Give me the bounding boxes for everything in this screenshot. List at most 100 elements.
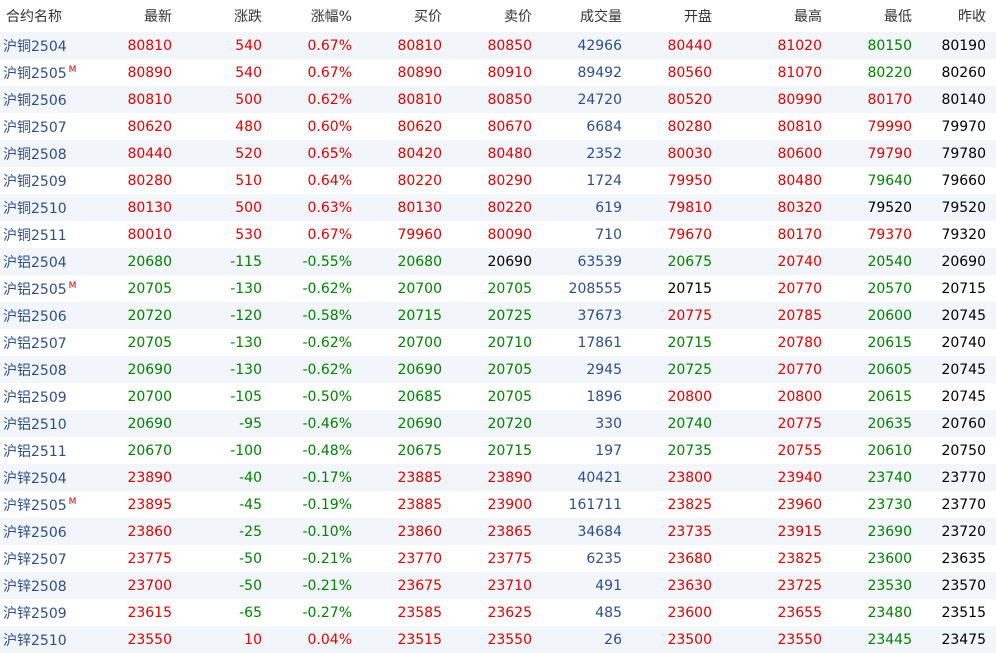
contract-name-label: 沪锌2504 xyxy=(3,470,67,487)
cell-ask: 80290 xyxy=(487,172,532,189)
contract-name-label: 沪铝2511 xyxy=(3,443,67,460)
cell-last: 20720 xyxy=(127,307,172,324)
cell-contract-name[interactable]: 沪铜2511 xyxy=(0,221,92,248)
cell-contract-name[interactable]: 沪铝2504 xyxy=(0,248,92,275)
cell-change: 500 xyxy=(235,199,262,216)
table-row[interactable]: 沪铜2506 80810 500 0.62% 80810 80850 24720 80520 8… xyxy=(0,86,996,113)
cell-contract-name[interactable]: 沪铜2504 xyxy=(0,32,92,59)
cell-ask: 80850 xyxy=(487,37,532,54)
col-header-name[interactable]: 合约名称 xyxy=(0,0,92,32)
cell-contract-name[interactable]: 沪铝2509 xyxy=(0,383,92,410)
cell-contract-name[interactable]: 沪铝2511 xyxy=(0,437,92,464)
table-row[interactable]: 沪铜2504 80810 540 0.67% 80810 80850 42966 80440 8… xyxy=(0,32,996,59)
table-row[interactable]: 沪锌2505 M 23895 -45 -0.19% 23885 23900 161711 238… xyxy=(0,491,996,518)
cell-contract-name[interactable]: 沪铝2508 xyxy=(0,356,92,383)
cell-contract-name[interactable]: 沪铜2505 M xyxy=(0,59,92,86)
col-header-prev-close[interactable]: 昨收 xyxy=(922,0,996,32)
cell-low: 80150 xyxy=(867,37,912,54)
table-row[interactable]: 沪锌2509 23615 -65 -0.27% 23585 23625 485 23600 23… xyxy=(0,599,996,626)
col-header-bid[interactable]: 买价 xyxy=(362,0,452,32)
cell-open: 20675 xyxy=(667,253,712,270)
cell-volume: 37673 xyxy=(577,307,622,324)
cell-contract-name[interactable]: 沪锌2510 xyxy=(0,626,92,653)
table-row[interactable]: 沪铝2504 20680 -115 -0.55% 20680 20690 63539 2067… xyxy=(0,248,996,275)
contract-name-label: 沪锌2509 xyxy=(3,605,67,622)
cell-ask: 80220 xyxy=(487,199,532,216)
cell-contract-name[interactable]: 沪锌2508 xyxy=(0,572,92,599)
table-row[interactable]: 沪铜2509 80280 510 0.64% 80220 80290 1724 79950 80… xyxy=(0,167,996,194)
col-header-last[interactable]: 最新 xyxy=(92,0,182,32)
cell-contract-name[interactable]: 沪铜2508 xyxy=(0,140,92,167)
cell-volume: 40421 xyxy=(577,469,622,486)
col-header-ask[interactable]: 卖价 xyxy=(452,0,542,32)
quote-rows: 沪铜2504 80810 540 0.67% 80810 80850 42966 80440 8… xyxy=(0,32,996,653)
col-header-high[interactable]: 最高 xyxy=(722,0,832,32)
cell-contract-name[interactable]: 沪铜2507 xyxy=(0,113,92,140)
cell-open: 23600 xyxy=(667,604,712,621)
contract-name-label: 沪铜2508 xyxy=(3,146,67,163)
cell-prev-close: 80190 xyxy=(941,37,986,54)
cell-bid: 80220 xyxy=(397,172,442,189)
cell-last: 80810 xyxy=(127,37,172,54)
table-row[interactable]: 沪铝2507 20705 -130 -0.62% 20700 20710 17861 2071… xyxy=(0,329,996,356)
cell-change: 540 xyxy=(235,37,262,54)
cell-open: 20715 xyxy=(667,334,712,351)
table-row[interactable]: 沪铝2510 20690 -95 -0.46% 20690 20720 330 20740 20… xyxy=(0,410,996,437)
cell-prev-close: 20715 xyxy=(941,280,986,297)
cell-bid: 80420 xyxy=(397,145,442,162)
cell-ask: 20725 xyxy=(487,307,532,324)
cell-change: -130 xyxy=(230,361,262,378)
table-row[interactable]: 沪铝2506 20720 -120 -0.58% 20715 20725 37673 2077… xyxy=(0,302,996,329)
cell-contract-name[interactable]: 沪铝2505 M xyxy=(0,275,92,302)
contract-name-label: 沪铜2504 xyxy=(3,38,67,55)
cell-change-pct: 0.62% xyxy=(307,91,352,108)
col-header-change[interactable]: 涨跌 xyxy=(182,0,272,32)
table-row[interactable]: 沪铜2510 80130 500 0.63% 80130 80220 619 79810 803… xyxy=(0,194,996,221)
cell-contract-name[interactable]: 沪铜2509 xyxy=(0,167,92,194)
table-row[interactable]: 沪锌2507 23775 -50 -0.21% 23770 23775 6235 23680 2… xyxy=(0,545,996,572)
col-header-low[interactable]: 最低 xyxy=(832,0,922,32)
table-row[interactable]: 沪锌2508 23700 -50 -0.21% 23675 23710 491 23630 23… xyxy=(0,572,996,599)
col-header-volume[interactable]: 成交量 xyxy=(542,0,632,32)
cell-prev-close: 20740 xyxy=(941,334,986,351)
cell-contract-name[interactable]: 沪锌2506 xyxy=(0,518,92,545)
cell-change: 540 xyxy=(235,64,262,81)
cell-contract-name[interactable]: 沪铝2507 xyxy=(0,329,92,356)
cell-open: 23825 xyxy=(667,496,712,513)
table-row[interactable]: 沪锌2510 23550 10 0.04% 23515 23550 26 23500 23550… xyxy=(0,626,996,653)
cell-bid: 80810 xyxy=(397,91,442,108)
cell-contract-name[interactable]: 沪锌2509 xyxy=(0,599,92,626)
cell-ask: 23550 xyxy=(487,631,532,648)
cell-contract-name[interactable]: 沪铜2506 xyxy=(0,86,92,113)
cell-last: 80620 xyxy=(127,118,172,135)
col-header-change-pct[interactable]: 涨幅% xyxy=(272,0,362,32)
cell-change: 480 xyxy=(235,118,262,135)
cell-contract-name[interactable]: 沪锌2504 xyxy=(0,464,92,491)
cell-bid: 23770 xyxy=(397,550,442,567)
table-row[interactable]: 沪铝2508 20690 -130 -0.62% 20690 20705 2945 20725… xyxy=(0,356,996,383)
table-row[interactable]: 沪铝2505 M 20705 -130 -0.62% 20700 20705 208555 20… xyxy=(0,275,996,302)
table-row[interactable]: 沪铝2509 20700 -105 -0.50% 20685 20705 1896 20800… xyxy=(0,383,996,410)
cell-prev-close: 23770 xyxy=(941,496,986,513)
col-header-open[interactable]: 开盘 xyxy=(632,0,722,32)
cell-change: -105 xyxy=(230,388,262,405)
table-row[interactable]: 沪铝2511 20670 -100 -0.48% 20675 20715 197 20735 2… xyxy=(0,437,996,464)
cell-high: 20800 xyxy=(777,388,822,405)
contract-name-label: 沪铝2509 xyxy=(3,389,67,406)
cell-low: 23730 xyxy=(867,496,912,513)
cell-contract-name[interactable]: 沪锌2505 M xyxy=(0,491,92,518)
table-row[interactable]: 沪铜2508 80440 520 0.65% 80420 80480 2352 80030 80… xyxy=(0,140,996,167)
cell-contract-name[interactable]: 沪铝2506 xyxy=(0,302,92,329)
table-row[interactable]: 沪铜2505 M 80890 540 0.67% 80890 80910 89492 80560… xyxy=(0,59,996,86)
cell-ask: 20710 xyxy=(487,334,532,351)
cell-contract-name[interactable]: 沪铝2510 xyxy=(0,410,92,437)
cell-volume: 197 xyxy=(595,442,622,459)
cell-contract-name[interactable]: 沪锌2507 xyxy=(0,545,92,572)
table-row[interactable]: 沪锌2504 23890 -40 -0.17% 23885 23890 40421 23800… xyxy=(0,464,996,491)
table-row[interactable]: 沪铜2507 80620 480 0.60% 80620 80670 6684 80280 80… xyxy=(0,113,996,140)
cell-prev-close: 79970 xyxy=(941,118,986,135)
table-row[interactable]: 沪铜2511 80010 530 0.67% 79960 80090 710 79670 801… xyxy=(0,221,996,248)
cell-change: 530 xyxy=(235,226,262,243)
cell-contract-name[interactable]: 沪铜2510 xyxy=(0,194,92,221)
table-row[interactable]: 沪锌2506 23860 -25 -0.10% 23860 23865 34684 23735… xyxy=(0,518,996,545)
